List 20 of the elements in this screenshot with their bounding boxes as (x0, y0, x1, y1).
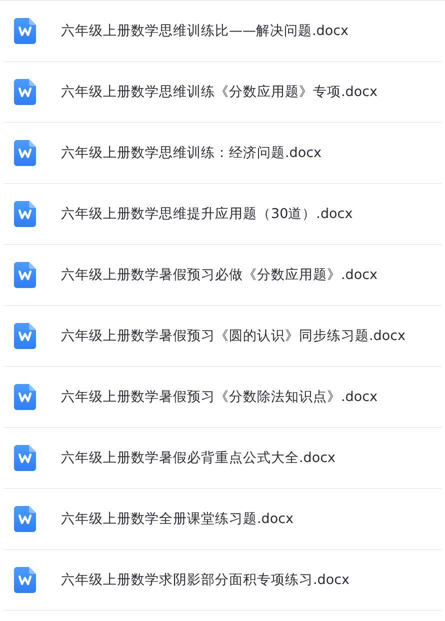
file-name-link[interactable]: 六年级上册数学求阴影部分面积专项练习.docx (61, 571, 350, 589)
word-document-icon (14, 201, 36, 227)
file-name-link[interactable]: 六年级上册数学思维训练：经济问题.docx (61, 144, 322, 162)
file-name-link[interactable]: 六年级上册数学暑假预习《圆的认识》同步练习题.docx (61, 327, 406, 345)
file-name-link[interactable]: 六年级上册数学暑假预习必做《分数应用题》.docx (61, 266, 378, 284)
file-name-link[interactable]: 六年级上册数学思维提升应用题（30道）.docx (61, 205, 353, 223)
word-document-icon (14, 18, 36, 44)
word-document-icon (14, 384, 36, 410)
file-name-link[interactable]: 六年级上册数学暑假预习《分数除法知识点》.docx (61, 388, 378, 406)
word-document-icon (14, 140, 36, 166)
file-name-link[interactable]: 六年级上册数学全册课堂练习题.docx (61, 510, 294, 528)
word-document-icon (14, 567, 36, 593)
file-name-link[interactable]: 六年级上册数学思维训练比——解决问题.docx (61, 22, 349, 40)
word-document-icon (14, 79, 36, 105)
word-document-icon (14, 506, 36, 532)
word-document-icon (14, 445, 36, 471)
word-document-icon (14, 262, 36, 288)
file-name-link[interactable]: 六年级上册数学暑假必背重点公式大全.docx (61, 449, 336, 467)
file-name-link[interactable]: 六年级上册数学思维训练《分数应用题》专项.docx (61, 83, 378, 101)
word-document-icon (14, 323, 36, 349)
